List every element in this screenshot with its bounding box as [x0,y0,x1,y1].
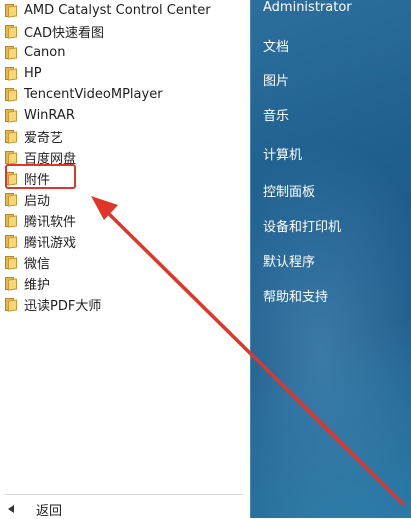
program-folder-canon[interactable]: Canon [4,42,244,62]
folder-icon [4,108,17,123]
program-label: 腾讯软件 [24,214,77,230]
folder-icon [4,255,17,270]
folder-icon [4,276,17,291]
program-folder-xundu-pdf[interactable]: 迅读PDF大师 [4,294,244,314]
folder-icon [4,297,17,312]
folder-icon [4,192,17,207]
program-folder-hp[interactable]: HP [4,63,244,83]
user-name[interactable]: Administrator [263,0,352,15]
program-label: 腾讯游戏 [24,235,77,251]
right-item-pictures[interactable]: 图片 [263,70,289,89]
program-folder-cad[interactable]: CAD快速看图 [4,21,244,41]
program-folder-iqiyi[interactable]: 爱奇艺 [4,126,244,146]
program-label: 微信 [24,256,51,272]
right-item-devices-printers[interactable]: 设备和打印机 [263,216,341,235]
program-folder-winrar[interactable]: WinRAR [4,105,244,125]
program-label: WinRAR [24,107,75,123]
program-label: HP [24,65,42,81]
program-label: 爱奇艺 [24,130,64,146]
program-label: TencentVideoMPlayer [24,86,163,102]
right-item-documents[interactable]: 文档 [263,36,289,55]
program-label: 启动 [24,193,51,209]
program-folder-tencent-games[interactable]: 腾讯游戏 [4,231,244,251]
back-button[interactable]: 返回 [8,500,128,519]
folder-icon [4,129,17,144]
folder-icon [4,234,17,249]
program-label: 维护 [24,277,51,293]
folder-icon [4,66,17,81]
program-folder-maintenance[interactable]: 维护 [4,273,244,293]
folder-icon [4,45,17,60]
folder-icon [4,24,17,39]
program-label: 迅读PDF大师 [24,298,102,314]
right-item-help-support[interactable]: 帮助和支持 [263,286,328,305]
all-programs-panel: AMD Catalyst Control Center CAD快速看图 Cano… [0,0,250,519]
folder-icon [4,213,17,228]
right-item-music[interactable]: 音乐 [263,105,289,124]
right-item-control-panel[interactable]: 控制面板 [263,181,315,200]
program-folder-wechat[interactable]: 微信 [4,252,244,272]
program-folder-amd[interactable]: AMD Catalyst Control Center [4,0,244,20]
program-label: Canon [24,44,66,60]
folder-icon [4,150,17,165]
right-item-default-programs[interactable]: 默认程序 [263,251,315,270]
highlight-box [5,164,76,189]
program-folder-tencentvideo[interactable]: TencentVideoMPlayer [4,84,244,104]
program-folder-startup[interactable]: 启动 [4,189,244,209]
back-arrow-icon [8,505,14,513]
right-item-computer[interactable]: 计算机 [263,144,302,163]
folder-icon [4,87,17,102]
divider [5,494,243,495]
program-label: CAD快速看图 [24,25,104,41]
back-label: 返回 [36,503,63,519]
folder-icon [4,3,17,18]
program-label: AMD Catalyst Control Center [24,2,211,18]
program-folder-tencent-software[interactable]: 腾讯软件 [4,210,244,230]
